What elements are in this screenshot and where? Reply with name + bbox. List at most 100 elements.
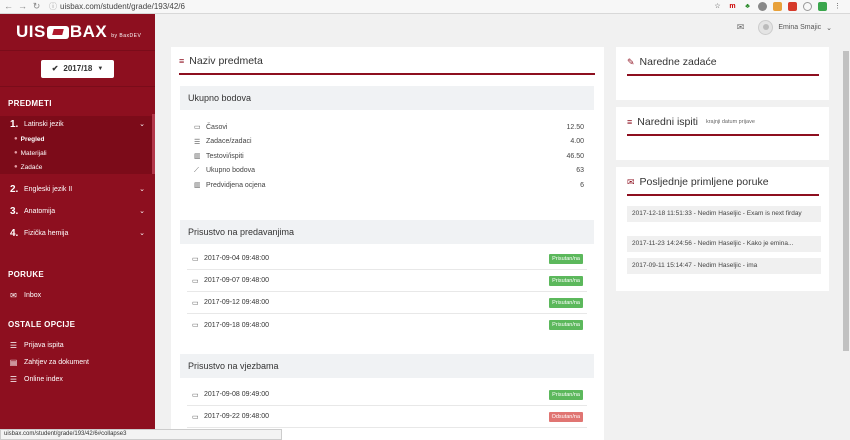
attendance-date: 2017-09-18 09:48:00 xyxy=(204,321,269,329)
year-selector-wrap: ✔ 2017/18 ▼ xyxy=(0,50,155,87)
envelope-icon[interactable]: ✉ xyxy=(737,22,745,33)
points-title[interactable]: Ukupno bodova xyxy=(180,86,594,110)
sidebar-item-online-index[interactable]: ☰ Online index xyxy=(0,371,155,388)
bullet-icon: ● xyxy=(14,136,18,142)
status-badge: Prisutan/na xyxy=(549,253,583,264)
subject-item-1[interactable]: 1. Latinski jezik ⌄ xyxy=(0,116,155,132)
attendance-date: 2017-09-22 09:48:00 xyxy=(204,413,269,420)
status-badge: Prisutan/na xyxy=(549,389,583,400)
sublink-label: Materijali xyxy=(20,149,47,157)
list-icon: ☰ xyxy=(194,138,201,146)
attendance-date: 2017-09-04 09:48:00 xyxy=(204,255,269,262)
scrollbar-thumb[interactable] xyxy=(843,51,849,351)
sidebar-item-label: Prijava ispita xyxy=(24,342,64,349)
exercises-title[interactable]: Prisustvo na vjezbama xyxy=(180,354,594,378)
sublink-materijali[interactable]: ● Materijali xyxy=(0,146,155,160)
attendance-date: 2017-09-07 09:48:00 xyxy=(204,277,269,284)
sidebar-scroll-indicator[interactable] xyxy=(152,114,155,174)
subject-item-2[interactable]: 2. Engleski jezik II ⌄ xyxy=(0,178,155,200)
points-row: ⟋ Ukupno bodova 63 xyxy=(180,164,594,179)
row-label: Testovi/ispiti xyxy=(206,152,244,160)
page-info-icon: ⓘ xyxy=(49,2,57,11)
row-label: Zadace/zadaci xyxy=(206,138,252,146)
subject-item-4[interactable]: 4. Fizička hemija ⌄ xyxy=(0,222,155,244)
extension-leaf-icon[interactable]: ♣ xyxy=(743,2,752,11)
row-value: 63 xyxy=(576,167,584,175)
envelope-icon: ✉ xyxy=(10,291,17,300)
sidebar: UIS BAX by BaxDEV ✔ 2017/18 ▼ PREDMETI 1… xyxy=(0,14,155,440)
logo-text-left: UIS xyxy=(16,22,46,41)
sublink-zadace[interactable]: ● Zadaće xyxy=(0,160,155,174)
user-name: Emina Smajic xyxy=(778,24,822,31)
messages-panel: ✉ Posljednje primljene poruke 2017-12-18… xyxy=(616,167,829,291)
reload-icon[interactable]: ↻ xyxy=(32,1,41,12)
status-bar: uisbax.com/student/grade/193/42/6#collap… xyxy=(0,429,282,440)
extension-m-icon[interactable]: m xyxy=(728,2,737,11)
exercises-panel: Prisustvo na vjezbama ▭ 2017-09-08 09:49… xyxy=(180,354,594,428)
message-item[interactable]: 2017-11-23 14:24:56 - Nedim Haseljic - K… xyxy=(627,236,821,252)
line-chart-icon: ⟋ xyxy=(194,166,199,174)
sublink-pregled[interactable]: ● Pregled xyxy=(0,132,155,146)
chrome-menu-icon[interactable]: ⋮ xyxy=(833,2,842,11)
extension-circle-icon[interactable] xyxy=(758,2,767,11)
user-menu[interactable]: Emina Smajic ⌄ xyxy=(758,20,832,35)
messages-title: Posljednje primljene poruke xyxy=(639,176,769,188)
predmeti-title: PREDMETI xyxy=(8,99,52,108)
subject-item-3[interactable]: 3. Anatomija ⌄ xyxy=(0,200,155,222)
chevron-down-icon: ⌄ xyxy=(139,186,145,193)
message-item[interactable]: 2017-09-11 15:14:47 - Nedim Haseljic - i… xyxy=(627,258,821,274)
status-badge: Prisutan/na xyxy=(549,320,583,330)
row-value: 46.50 xyxy=(566,152,584,160)
subject-number: 2. xyxy=(10,183,19,195)
graduation-cap-icon xyxy=(46,25,69,39)
message-item[interactable]: 2017-12-18 11:51:33 - Nedim Haseljic - E… xyxy=(627,206,821,222)
caret-down-icon: ▼ xyxy=(97,65,104,72)
address-bar[interactable]: ⓘ uisbax.com/student/grade/193/42/6 xyxy=(49,1,713,12)
logo[interactable]: UIS BAX by BaxDEV xyxy=(0,14,155,50)
extension-ring-icon[interactable] xyxy=(803,2,812,11)
avatar xyxy=(758,20,774,35)
calendar-icon: ▭ xyxy=(192,391,199,399)
sidebar-item-prijava-ispita[interactable]: ☰ Prijava ispita xyxy=(0,337,155,354)
back-icon[interactable]: ← xyxy=(4,1,13,12)
sidebar-item-inbox[interactable]: ✉ Inbox xyxy=(0,287,155,304)
sidebar-item-label: Online index xyxy=(24,376,63,383)
subject-name: Latinski jezik xyxy=(24,120,64,128)
extension-red-icon[interactable] xyxy=(788,2,797,11)
calendar-icon: ▭ xyxy=(194,124,201,132)
upcoming-tasks-title: Naredne zadaće xyxy=(639,56,717,68)
calendar-icon: ▭ xyxy=(192,277,199,285)
bookmark-star-icon[interactable]: ☆ xyxy=(713,2,722,11)
calendar-icon: ▭ xyxy=(192,255,199,263)
envelope-icon: ✉ xyxy=(627,176,635,187)
calendar-icon: ▭ xyxy=(192,413,199,421)
subject-number: 3. xyxy=(10,205,19,217)
row-label: Časovi xyxy=(206,123,228,131)
attendance-row: ▭ 2017-09-04 09:48:00 Prisutan/na xyxy=(187,248,587,270)
upcoming-tasks-header: ✎ Naredne zadaće xyxy=(627,56,819,76)
forward-icon[interactable]: → xyxy=(18,1,27,12)
list-icon: ☰ xyxy=(9,375,18,384)
page-scrollbar[interactable] xyxy=(842,41,850,440)
browser-toolbar: ← → ↻ ⓘ uisbax.com/student/grade/193/42/… xyxy=(0,0,850,14)
upcoming-exams-panel: ≡ Naredni ispiti krajnji datum prijave xyxy=(616,107,829,160)
points-row: ☰ Zadace/zadaci 4.00 xyxy=(180,135,594,150)
upcoming-tasks-panel: ✎ Naredne zadaće xyxy=(616,47,829,100)
top-header: ✉ Emina Smajic ⌄ xyxy=(155,14,850,41)
status-badge: Prisutan/na xyxy=(549,297,583,308)
bar-chart-icon: ▥ xyxy=(194,153,201,161)
extension-green-icon[interactable] xyxy=(818,2,827,11)
subject-number: 1. xyxy=(10,118,19,130)
year-dropdown[interactable]: ✔ 2017/18 ▼ xyxy=(41,59,114,78)
align-left-icon: ≡ xyxy=(627,117,633,127)
sidebar-item-zahtjev[interactable]: ▤ Zahtjev za dokument xyxy=(0,354,155,371)
messages-header: ✉ Posljednje primljene poruke xyxy=(627,176,819,196)
lectures-panel: Prisustvo na predavanjima ▭ 2017-09-04 0… xyxy=(180,220,594,336)
url-text: uisbax.com/student/grade/193/42/6 xyxy=(60,2,185,11)
status-badge: Odsutan/na xyxy=(548,411,583,422)
extension-orange-icon[interactable] xyxy=(773,2,782,11)
subject-name: Fizička hemija xyxy=(24,229,69,237)
lectures-title[interactable]: Prisustvo na predavanjima xyxy=(180,220,594,244)
chevron-down-icon: ⌄ xyxy=(826,24,832,32)
row-label: Predvidjena ocjena xyxy=(206,181,266,189)
